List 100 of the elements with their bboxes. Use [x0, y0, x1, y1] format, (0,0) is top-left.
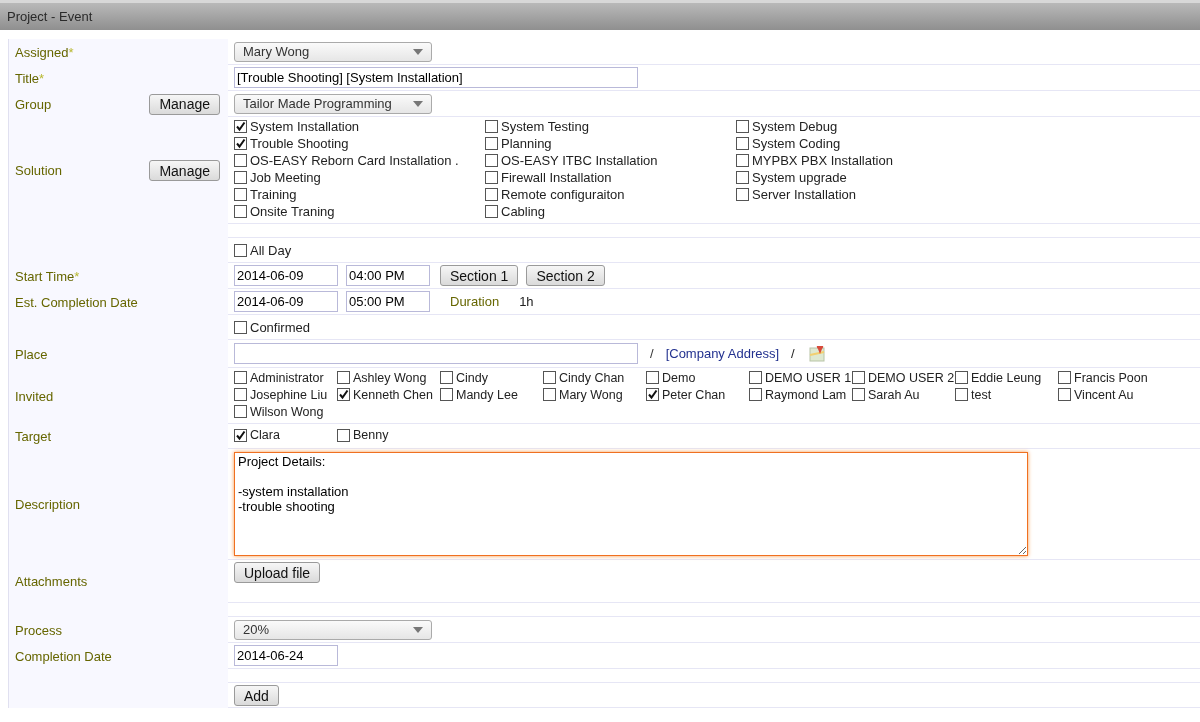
checkbox[interactable]	[234, 120, 247, 133]
option-label: Training	[250, 187, 297, 202]
checkbox[interactable]	[234, 405, 247, 418]
time-field[interactable]: 05:00 PM	[346, 291, 430, 312]
checkbox[interactable]	[234, 171, 247, 184]
company-address-link[interactable]: [Company Address]	[665, 346, 780, 361]
date-field[interactable]: 2014-06-24	[234, 645, 338, 666]
option-label: OS-EASY ITBC Installation	[501, 153, 658, 168]
option-label: Confirmed	[250, 319, 310, 335]
checkbox[interactable]	[852, 388, 865, 401]
option-label: Kenneth Chen	[353, 387, 433, 402]
option-label: DEMO USER 1	[765, 370, 852, 385]
option-label: Eddie Leung	[971, 370, 1042, 385]
checkbox[interactable]	[736, 120, 749, 133]
separator: /	[650, 346, 654, 361]
checkbox[interactable]	[543, 371, 556, 384]
checkbox[interactable]	[749, 371, 762, 384]
dropdown[interactable]: Mary Wong	[234, 41, 432, 62]
field-label: Est. Completion Date	[15, 294, 138, 310]
checkbox[interactable]	[234, 428, 247, 442]
checkbox[interactable]	[736, 154, 749, 167]
option-label: System Coding	[752, 136, 841, 151]
checkbox[interactable]	[543, 388, 556, 401]
description-field[interactable]: Project Details: -system installation -trouble shooting	[234, 452, 1028, 556]
checkbox[interactable]	[955, 388, 968, 401]
checkbox[interactable]	[955, 371, 968, 384]
checkbox[interactable]	[1058, 388, 1071, 401]
checkbox[interactable]	[485, 205, 498, 218]
checkbox[interactable]	[234, 371, 247, 384]
option-label: DEMO USER 2	[868, 370, 955, 385]
checkbox[interactable]	[736, 137, 749, 150]
caret-icon	[413, 48, 423, 55]
checkbox[interactable]	[646, 388, 659, 401]
option-label: Job Meeting	[250, 170, 321, 185]
option-label: Planning	[501, 136, 552, 151]
checkbox[interactable]	[440, 388, 453, 401]
checkbox[interactable]	[485, 188, 498, 201]
checkbox[interactable]	[749, 388, 762, 401]
checkbox[interactable]	[234, 388, 247, 401]
option-label: Cabling	[501, 204, 546, 219]
checkbox[interactable]	[852, 371, 865, 384]
field-label: Title*	[15, 70, 45, 86]
option-label: Remote configuraiton	[501, 187, 625, 202]
checkbox[interactable]	[440, 371, 453, 384]
option-label: System Installation	[250, 119, 360, 134]
checkbox[interactable]	[234, 243, 247, 257]
checkbox[interactable]	[485, 137, 498, 150]
checkbox[interactable]	[234, 154, 247, 167]
option-label: Josephine Liu	[250, 387, 328, 402]
checkbox[interactable]	[234, 205, 247, 218]
date-field[interactable]: 2014-06-09	[234, 265, 338, 286]
caret-icon	[413, 626, 423, 633]
dropdown[interactable]: 20%	[234, 619, 432, 640]
section-button[interactable]: Section 2	[526, 265, 605, 286]
option-label: Administrator	[250, 370, 324, 385]
option-label: Onsite Traning	[250, 204, 335, 219]
option-label: Raymond Lam	[765, 387, 847, 402]
option-label: Sarah Au	[868, 387, 920, 402]
option-label: Cindy	[456, 370, 488, 385]
field-label: Solution	[15, 163, 62, 178]
option-label: Demo	[662, 370, 696, 385]
caret-icon	[413, 100, 423, 107]
option-label: MYPBX PBX Installation	[752, 153, 893, 168]
checkbox[interactable]	[234, 188, 247, 201]
field-label: Attachments	[15, 574, 88, 589]
checkbox[interactable]	[337, 388, 350, 401]
checkbox[interactable]	[485, 154, 498, 167]
place-field[interactable]	[234, 343, 638, 364]
date-field[interactable]: 2014-06-09	[234, 291, 338, 312]
manage-button[interactable]: Manage	[149, 160, 220, 181]
field-label: Description	[15, 497, 81, 512]
checkbox[interactable]	[485, 120, 498, 133]
field-label: Group	[15, 96, 52, 112]
manage-button[interactable]: Manage	[149, 93, 220, 115]
upload-button[interactable]: Upload file	[234, 562, 321, 583]
checkbox[interactable]	[1058, 371, 1071, 384]
option-label: System upgrade	[752, 170, 847, 185]
section-button[interactable]: Section 1	[440, 265, 519, 286]
time-field[interactable]: 04:00 PM	[346, 265, 430, 286]
dropdown[interactable]: Tailor Made Programming	[234, 93, 432, 114]
option-label: OS-EASY Reborn Card Installation .	[250, 153, 459, 168]
option-label: Cindy Chan	[559, 370, 625, 385]
field-label: Invited	[15, 388, 54, 404]
checkbox[interactable]	[337, 428, 350, 442]
checkbox[interactable]	[736, 188, 749, 201]
checkbox[interactable]	[485, 171, 498, 184]
separator: /	[791, 346, 795, 361]
checkbox[interactable]	[234, 137, 247, 150]
option-label: Mary Wong	[559, 387, 623, 402]
field-label: Process	[15, 622, 62, 638]
add-button[interactable]: Add	[234, 685, 279, 706]
option-label: Wilson Wong	[250, 404, 324, 419]
checkbox[interactable]	[234, 320, 247, 334]
checkbox[interactable]	[736, 171, 749, 184]
title-field[interactable]: [Trouble Shooting] [System Installation]	[234, 67, 638, 88]
option-label: System Debug	[752, 119, 838, 134]
checkbox[interactable]	[646, 371, 659, 384]
duration-value: 1h	[519, 294, 534, 309]
checkbox[interactable]	[337, 371, 350, 384]
map-icon[interactable]	[808, 345, 825, 362]
